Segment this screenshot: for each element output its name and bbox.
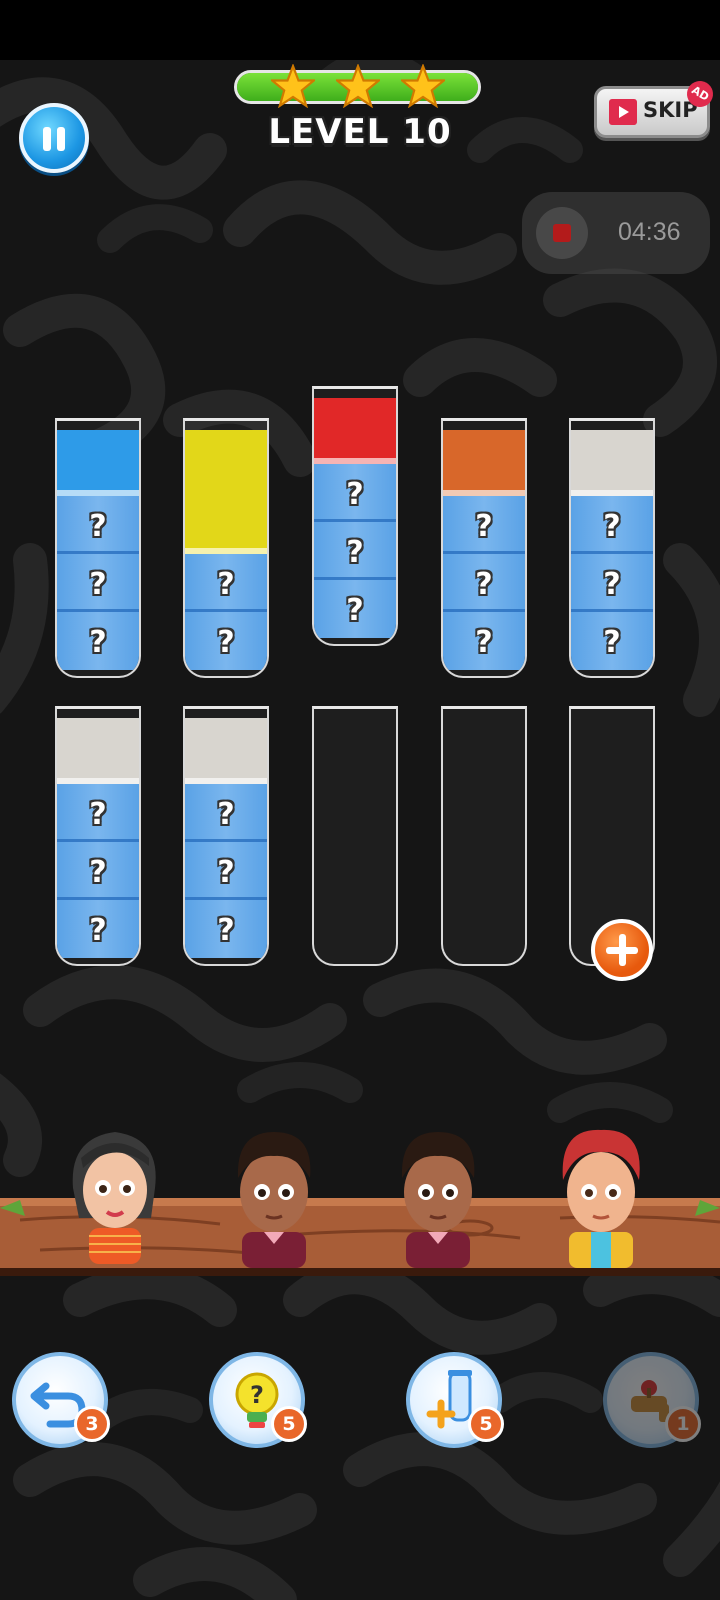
svg-text:?: ?: [250, 1381, 264, 1409]
hidden-color-marker: ?: [475, 625, 493, 660]
recording-timer: 04:36: [618, 218, 681, 246]
video-ad-icon: [609, 99, 637, 125]
status-bar: [0, 0, 720, 60]
hidden-color-marker: ?: [217, 913, 235, 948]
unlock-tube-plus-icon[interactable]: [591, 919, 653, 981]
test-tube[interactable]: ???: [312, 386, 398, 646]
layer-divider: [57, 897, 139, 900]
yellow-liquid-layer: [185, 496, 267, 554]
white-liquid-layer: [57, 718, 139, 784]
hint-button[interactable]: ? 5: [209, 1352, 307, 1448]
layer-divider: [57, 839, 139, 842]
test-tube[interactable]: ???: [441, 418, 527, 678]
character-boy: [237, 1132, 311, 1268]
hidden-color-marker: ?: [217, 567, 235, 602]
layer-divider: [185, 609, 267, 612]
red-liquid-layer: [314, 398, 396, 464]
hidden-color-marker: ?: [346, 535, 364, 570]
orange-liquid-layer: [443, 430, 525, 496]
count-badge: 1: [665, 1406, 701, 1442]
star-icon: [336, 64, 380, 108]
layer-divider: [443, 609, 525, 612]
character-boy: [401, 1132, 475, 1268]
test-tube[interactable]: ???: [183, 706, 269, 966]
faucet-button[interactable]: 1: [603, 1352, 701, 1448]
hidden-color-marker: ?: [217, 797, 235, 832]
test-tube[interactable]: [312, 706, 398, 966]
hidden-color-marker: ?: [89, 509, 107, 544]
layer-divider: [571, 609, 653, 612]
character-girl: [72, 1132, 156, 1264]
pause-button[interactable]: [19, 103, 89, 173]
skip-level-button[interactable]: SKIP AD: [594, 76, 718, 138]
hidden-color-marker: ?: [217, 625, 235, 660]
white-liquid-layer: [571, 430, 653, 496]
stop-recording-button[interactable]: [536, 207, 588, 259]
hidden-color-marker: ?: [603, 625, 621, 660]
layer-divider: [443, 551, 525, 554]
layer-divider: [57, 609, 139, 612]
test-tube[interactable]: ???: [55, 706, 141, 966]
layer-divider: [314, 577, 396, 580]
undo-button[interactable]: 3: [12, 1352, 110, 1448]
star-icon: [401, 64, 445, 108]
level-title: LEVEL 10: [268, 112, 452, 152]
add-tube-button[interactable]: 5: [406, 1352, 504, 1448]
layer-divider: [314, 519, 396, 522]
pause-icon-bar: [57, 127, 65, 151]
blue-liquid-layer: [57, 430, 139, 496]
count-badge: 3: [74, 1406, 110, 1442]
hidden-color-marker: ?: [603, 509, 621, 544]
hidden-color-marker: ?: [89, 913, 107, 948]
hidden-color-marker: ?: [603, 567, 621, 602]
hidden-color-marker: ?: [346, 593, 364, 628]
hidden-color-marker: ?: [89, 625, 107, 660]
hidden-color-marker: ?: [475, 567, 493, 602]
white-liquid-layer: [185, 718, 267, 784]
layer-divider: [185, 839, 267, 842]
yellow-liquid-layer: [185, 430, 267, 496]
test-tube[interactable]: [441, 706, 527, 966]
test-tube[interactable]: ???: [569, 418, 655, 678]
game-screen: LEVEL 10 SKIP AD 04:36 ?????????????????…: [0, 0, 720, 1600]
hidden-color-marker: ?: [475, 509, 493, 544]
hidden-color-marker: ?: [217, 855, 235, 890]
count-badge: 5: [271, 1406, 307, 1442]
hidden-color-marker: ?: [89, 855, 107, 890]
test-tube[interactable]: ??: [183, 418, 269, 678]
screen-recorder-overlay[interactable]: 04:36: [522, 192, 710, 274]
hidden-color-marker: ?: [89, 567, 107, 602]
pause-icon-bar: [43, 127, 51, 151]
stop-icon: [553, 224, 571, 242]
test-tube[interactable]: ???: [55, 418, 141, 678]
character-boy-red-hair: [562, 1129, 640, 1268]
hidden-color-marker: ?: [89, 797, 107, 832]
hidden-color-marker: ?: [346, 477, 364, 512]
layer-divider: [571, 551, 653, 554]
count-badge: 5: [468, 1406, 504, 1442]
layer-divider: [57, 551, 139, 554]
star-icon: [271, 64, 315, 108]
layer-divider: [185, 897, 267, 900]
